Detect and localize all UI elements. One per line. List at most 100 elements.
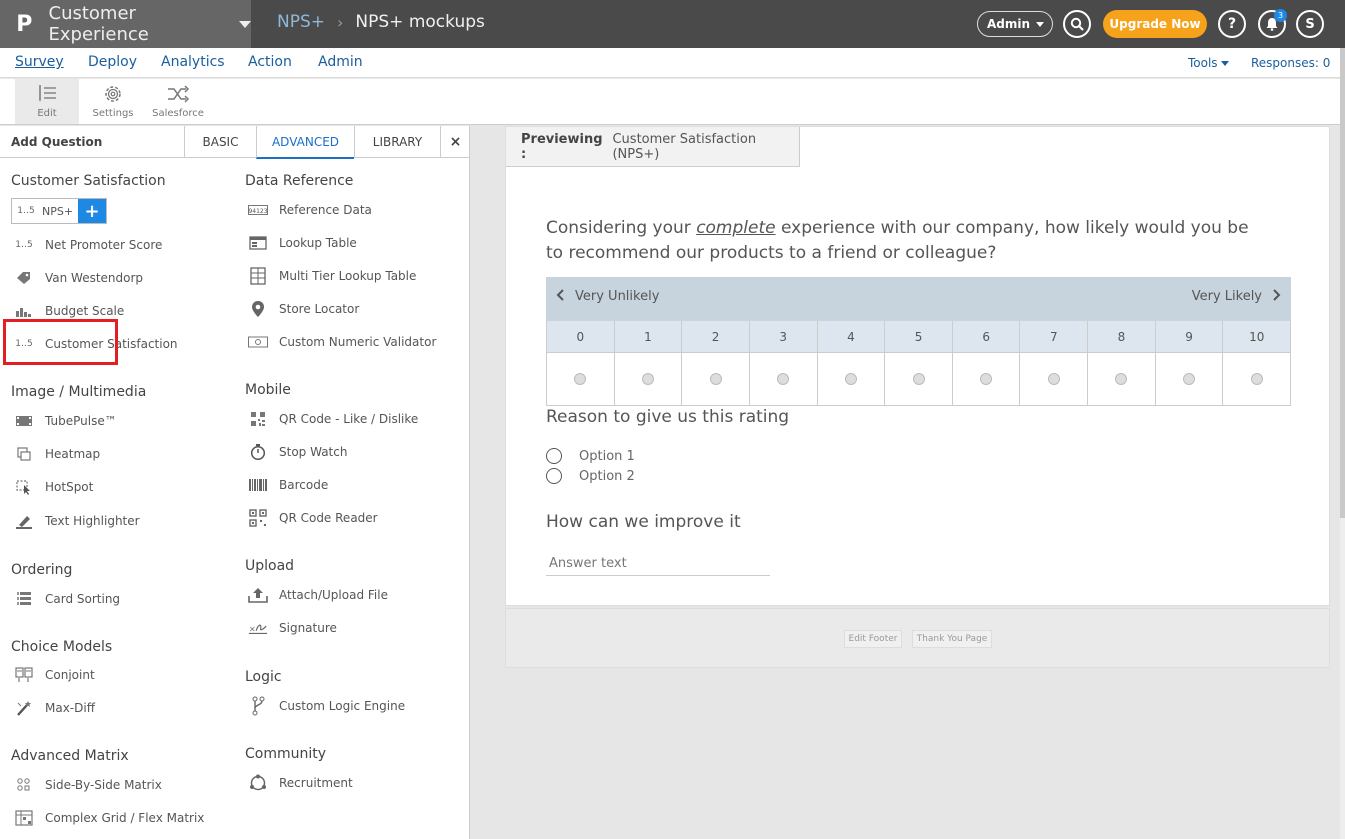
app-logo-icon: P <box>16 11 33 37</box>
radio-option-1[interactable]: Option 1 <box>546 448 635 464</box>
tab-advanced[interactable]: ADVANCED <box>256 126 354 159</box>
radio-button[interactable] <box>546 468 562 484</box>
question-type-label: Custom Logic Engine <box>279 699 406 713</box>
search-button[interactable] <box>1063 10 1091 38</box>
question-type-budget-scale[interactable]: Budget Scale <box>14 301 124 321</box>
chevron-left-icon[interactable] <box>556 289 566 301</box>
question-type-label: Budget Scale <box>45 304 125 318</box>
add-question-panel: Add Question BASIC ADVANCED LIBRARY × Cu… <box>0 126 470 839</box>
plus-icon: + <box>84 200 100 222</box>
scale-numbers-icon: 1‥5 <box>15 240 33 250</box>
question-type-qr-code-reader[interactable]: QR Code Reader <box>248 508 378 528</box>
salesforce-tool-label: Salesforce <box>152 108 204 119</box>
scale-radio[interactable] <box>641 373 654 385</box>
admin-dropdown[interactable]: Admin <box>977 11 1053 37</box>
breadcrumb-parent[interactable]: NPS+ <box>277 12 325 32</box>
settings-tool-button[interactable]: Settings <box>85 79 141 124</box>
nav-admin[interactable]: Admin <box>318 54 363 70</box>
answer-text-input[interactable] <box>546 551 770 576</box>
radio-option-label: Option 1 <box>579 448 635 464</box>
tab-library[interactable]: LIBRARY <box>354 126 440 158</box>
edit-footer-button[interactable]: Edit Footer <box>844 630 902 648</box>
highlight-box <box>3 319 118 365</box>
scale-radio[interactable] <box>777 373 790 385</box>
question-type-van-westendorp[interactable]: Van Westendorp <box>14 268 143 288</box>
video-icon <box>14 413 34 429</box>
question-type-custom-logic-engine[interactable]: Custom Logic Engine <box>248 696 405 716</box>
salesforce-tool-button[interactable]: Salesforce <box>148 79 208 124</box>
question-type-heatmap[interactable]: Heatmap <box>14 444 100 464</box>
scale-point: 2 <box>682 321 750 406</box>
scale-radio[interactable] <box>1183 373 1196 385</box>
panel-title: Add Question <box>11 135 103 149</box>
question-type-net-promoter-score[interactable]: 1‥5 Net Promoter Score <box>14 235 162 255</box>
scale-radio[interactable] <box>709 373 722 385</box>
tools-menu[interactable]: Tools <box>1188 56 1229 70</box>
question-type-nps-plus[interactable]: 1‥5 NPS+ + <box>11 198 107 224</box>
question-type-complex-grid[interactable]: Complex Grid / Flex Matrix <box>14 808 204 828</box>
scale-radio[interactable] <box>1047 373 1060 385</box>
nps-scale: Very Unlikely Very Likely 0 1 2 3 4 5 6 … <box>546 277 1292 406</box>
question-type-label: QR Code - Like / Dislike <box>279 412 419 426</box>
question-type-text-highlighter[interactable]: Text Highlighter <box>14 511 140 531</box>
question-type-conjoint[interactable]: Conjoint <box>14 665 95 685</box>
bar-chart-icon <box>14 303 34 319</box>
question-type-label: Lookup Table <box>279 236 357 250</box>
question-type-recruitment[interactable]: Recruitment <box>248 773 353 793</box>
question-type-tubepulse[interactable]: TubePulse™ <box>14 411 117 431</box>
nav-survey[interactable]: Survey <box>15 54 64 70</box>
scale-point: 3 <box>749 321 818 406</box>
help-button[interactable]: ? <box>1218 10 1246 38</box>
nav-analytics[interactable]: Analytics <box>161 54 225 70</box>
thank-you-page-button[interactable]: Thank You Page <box>912 630 992 648</box>
radio-option-2[interactable]: Option 2 <box>546 468 635 484</box>
scale-radio[interactable] <box>844 373 857 385</box>
page-scrollbar[interactable] <box>1340 48 1345 839</box>
nav-deploy[interactable]: Deploy <box>88 54 137 70</box>
question-type-qr-like-dislike[interactable]: QR Code - Like / Dislike <box>248 409 418 429</box>
add-nps-plus-button[interactable]: + <box>78 199 106 223</box>
scale-point-label: 10 <box>1223 321 1291 353</box>
scale-radio[interactable] <box>912 373 925 385</box>
question-type-signature[interactable]: × Signature <box>248 618 337 638</box>
section-title-mobile: Mobile <box>245 382 291 398</box>
question-type-side-by-side-matrix[interactable]: Side-By-Side Matrix <box>14 775 162 795</box>
signature-icon: × <box>248 620 268 636</box>
app-switcher[interactable]: P Customer Experience <box>0 0 251 48</box>
scale-high-label: Very Likely <box>1192 289 1281 304</box>
question-type-card-sorting[interactable]: Card Sorting <box>14 589 120 609</box>
question-type-reference-data[interactable]: 94123 Reference Data <box>248 200 372 220</box>
scale-radio[interactable] <box>980 373 993 385</box>
scale-radio[interactable] <box>574 373 587 385</box>
question-type-custom-numeric-validator[interactable]: Custom Numeric Validator <box>248 332 436 352</box>
scale-point: 9 <box>1155 321 1224 406</box>
question-type-attach-upload-file[interactable]: Attach/Upload File <box>248 585 388 605</box>
nav-action[interactable]: Action <box>248 54 292 70</box>
chevron-right-icon[interactable] <box>1271 289 1281 301</box>
scale-point-label: 4 <box>817 321 885 353</box>
scale-point: 6 <box>952 321 1021 406</box>
scale-radio[interactable] <box>1115 373 1128 385</box>
scale-radio[interactable] <box>1250 373 1263 385</box>
lookup-table-icon <box>248 235 268 251</box>
question-type-store-locator[interactable]: Store Locator <box>248 299 359 319</box>
question-type-stop-watch[interactable]: Stop Watch <box>248 442 347 462</box>
scrollbar-thumb[interactable] <box>1340 48 1345 518</box>
responses-count-link[interactable]: Responses: 0 <box>1251 56 1330 70</box>
survey-preview: Previewing : Customer Satisfaction (NPS+… <box>505 126 1330 606</box>
question-type-max-diff[interactable]: Max-Diff <box>14 698 95 718</box>
radio-button[interactable] <box>546 448 562 464</box>
user-avatar[interactable]: S <box>1296 10 1324 38</box>
close-panel-button[interactable]: × <box>440 126 470 158</box>
question-type-multi-tier-lookup-table[interactable]: Multi Tier Lookup Table <box>248 266 416 286</box>
question-type-barcode[interactable]: Barcode <box>248 475 328 495</box>
question-type-hotspot[interactable]: HotSpot <box>14 477 93 497</box>
chevron-down-icon <box>1036 22 1044 27</box>
tab-basic[interactable]: BASIC <box>184 126 256 158</box>
edit-tool-button[interactable]: Edit <box>15 79 79 124</box>
question-type-lookup-table[interactable]: Lookup Table <box>248 233 357 253</box>
question-type-label: TubePulse™ <box>45 414 117 428</box>
question-3-title: How can we improve it <box>546 512 741 532</box>
price-tag-icon <box>14 270 34 286</box>
upgrade-now-button[interactable]: Upgrade Now <box>1103 10 1207 38</box>
